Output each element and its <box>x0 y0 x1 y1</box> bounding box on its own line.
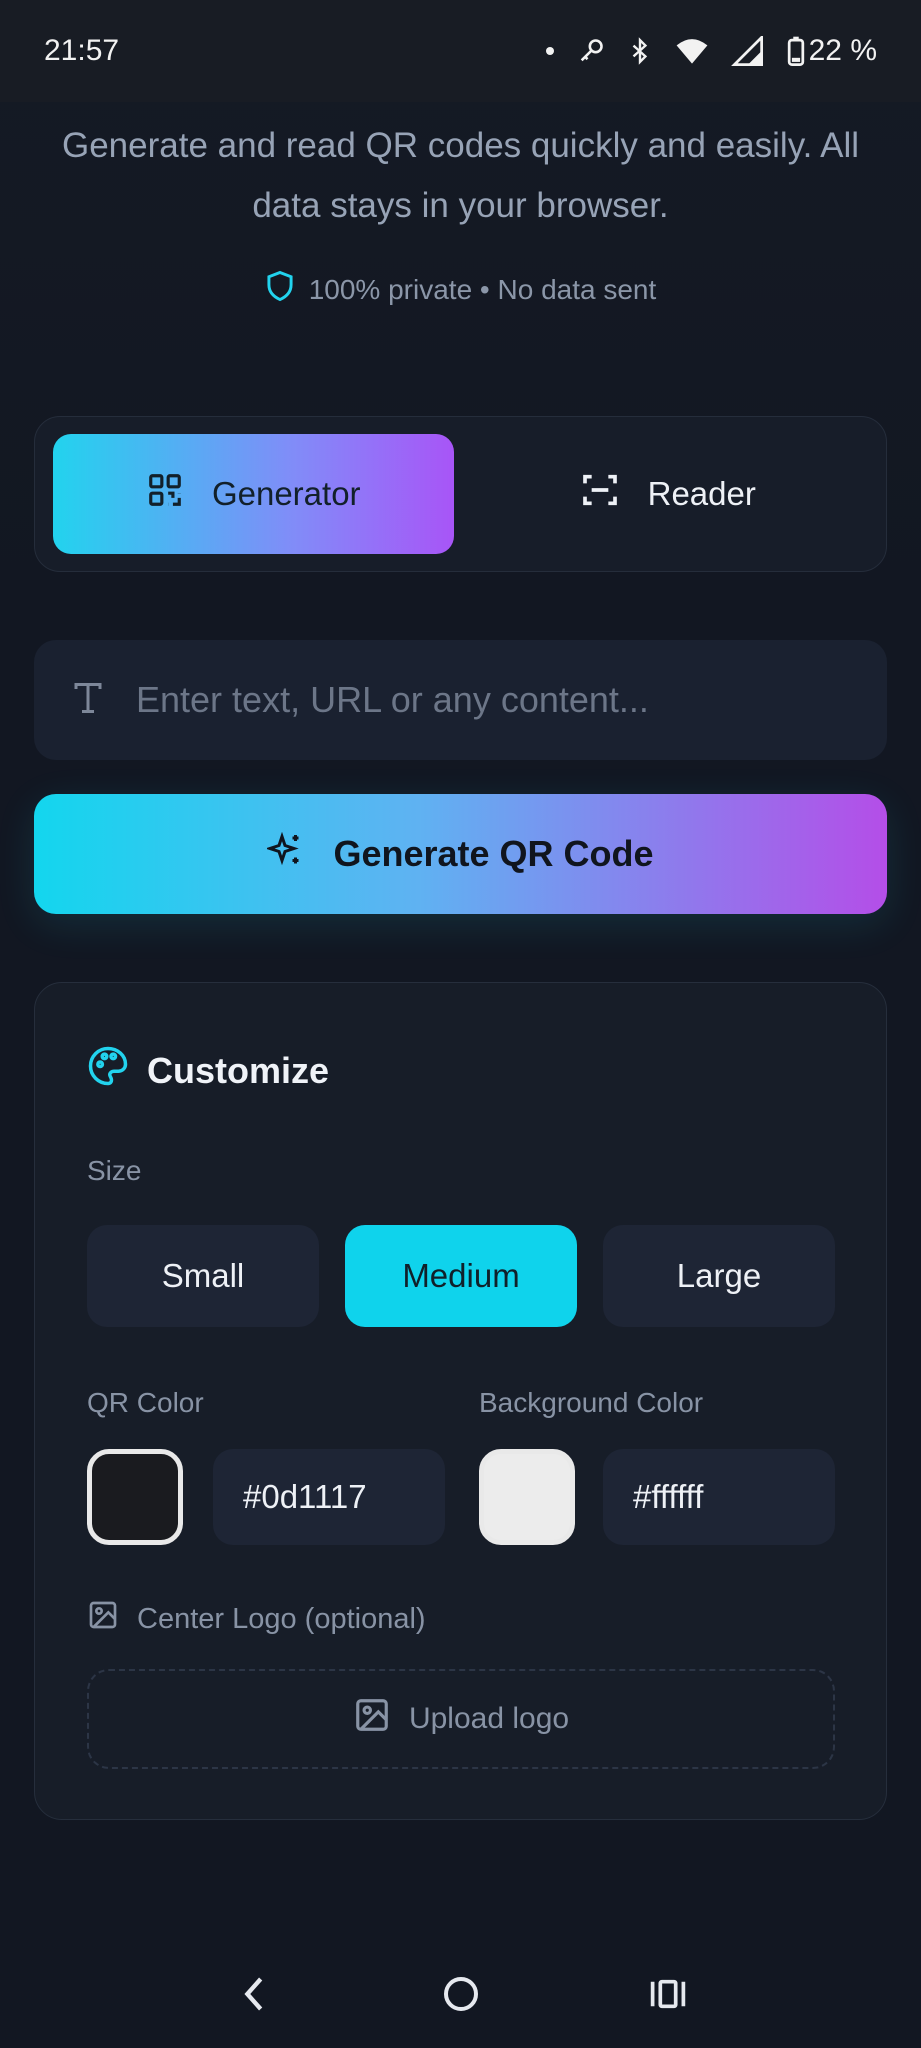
customize-panel: Customize Size Small Medium Large QR Col… <box>34 982 887 1820</box>
shield-icon <box>265 270 295 309</box>
scan-icon <box>580 470 620 518</box>
battery-indicator: 22 % <box>787 34 877 68</box>
bg-color-label: Background Color <box>479 1387 704 1418</box>
back-icon[interactable] <box>214 1954 294 2034</box>
battery-icon <box>787 36 804 66</box>
size-medium-button[interactable]: Medium <box>345 1225 577 1327</box>
size-large-button[interactable]: Large <box>603 1225 835 1327</box>
image-icon <box>87 1599 119 1639</box>
upload-logo-dropzone[interactable]: Upload logo <box>87 1669 835 1769</box>
tab-generator[interactable]: Generator <box>53 434 454 554</box>
tab-reader[interactable]: Reader <box>468 434 869 554</box>
center-logo-label: Center Logo (optional) <box>137 1602 426 1635</box>
generate-qr-label: Generate QR Code <box>333 833 654 874</box>
wifi-icon <box>675 37 709 65</box>
app-subtitle: Generate and read QR codes quickly and e… <box>61 126 860 225</box>
qr-icon <box>146 471 184 517</box>
app-screen: 21:57 22 % Generate and read QR codes qu… <box>0 0 921 2048</box>
privacy-note: 100% private • No data sent <box>0 270 921 309</box>
bg-color-hex-field[interactable]: #ffffff <box>603 1449 835 1545</box>
size-small-button[interactable]: Small <box>87 1225 319 1327</box>
qr-color-label: QR Color <box>87 1387 204 1418</box>
customize-title: Customize <box>147 1049 330 1091</box>
generate-qr-button[interactable]: Generate QR Code <box>34 794 887 914</box>
bluetooth-icon <box>627 36 653 66</box>
signal-icon <box>730 36 765 66</box>
dot-icon <box>545 46 555 56</box>
qr-color-hex-field[interactable]: #0d1117 <box>213 1449 445 1545</box>
content-input[interactable] <box>136 679 887 721</box>
size-label: Size <box>87 1155 142 1186</box>
privacy-text: 100% private • No data sent <box>308 273 657 305</box>
customize-header: Customize <box>87 1045 329 1096</box>
text-type-icon <box>70 680 106 721</box>
recents-icon[interactable] <box>628 1954 708 2034</box>
sparkles-icon <box>265 831 303 877</box>
home-icon[interactable] <box>421 1954 501 2034</box>
key-icon <box>577 37 605 65</box>
qr-color-swatch[interactable] <box>87 1449 183 1545</box>
upload-logo-label: Upload logo <box>408 1702 570 1735</box>
status-icons: 22 % <box>545 34 877 68</box>
battery-percent: 22 % <box>808 34 877 67</box>
bg-color-swatch[interactable] <box>479 1449 575 1545</box>
status-time: 21:57 <box>44 34 120 67</box>
mode-tabs: Generator Reader <box>34 416 887 572</box>
tab-reader-label: Reader <box>647 475 756 512</box>
image-upload-icon <box>353 1696 391 1742</box>
palette-icon <box>87 1045 129 1096</box>
content-input-field[interactable] <box>34 640 887 760</box>
system-nav-bar <box>0 1940 921 2048</box>
tab-generator-label: Generator <box>211 475 361 512</box>
status-bar: 21:57 22 % <box>0 0 921 102</box>
center-logo-label-row: Center Logo (optional) <box>87 1599 426 1639</box>
